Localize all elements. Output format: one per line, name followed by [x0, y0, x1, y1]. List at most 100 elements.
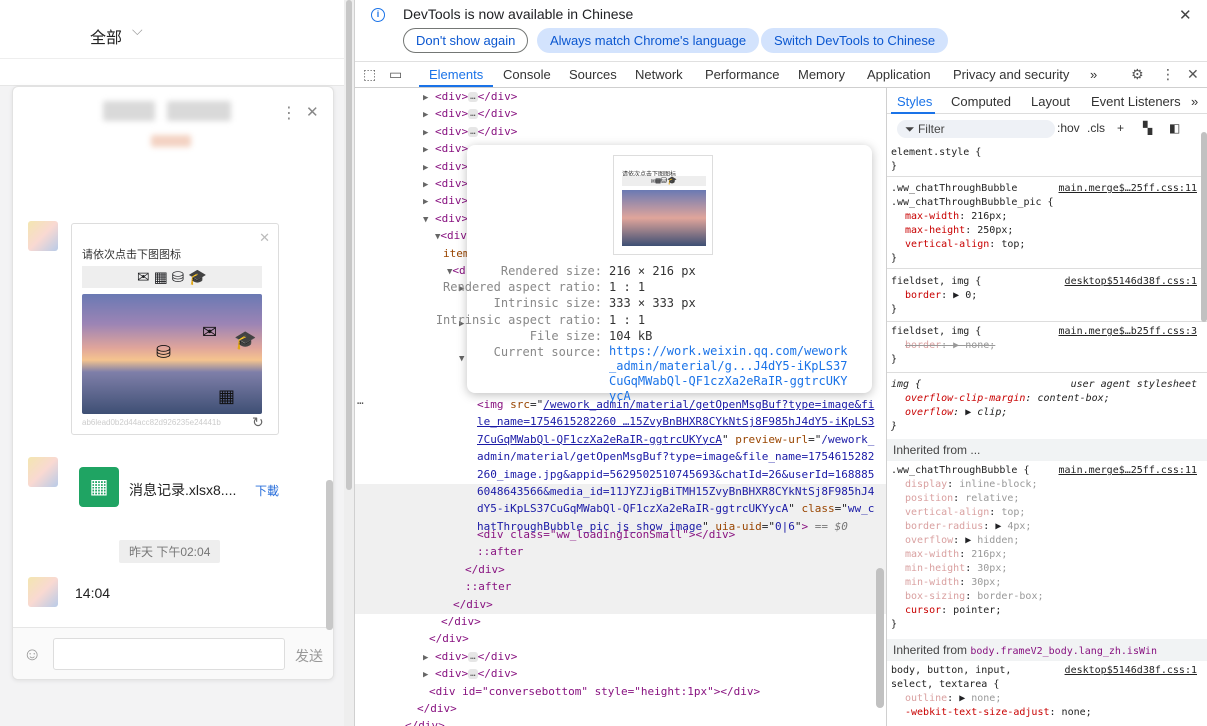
- css-rule[interactable]: body, button, input, select, textarea { …: [891, 664, 1197, 720]
- tree-node[interactable]: ▶ <div>… </div>: [423, 648, 517, 665]
- tab-console[interactable]: Console: [503, 67, 551, 82]
- tab-sources[interactable]: Sources: [569, 67, 617, 82]
- tree-node[interactable]: ▶ <div>: [423, 140, 468, 157]
- new-rule-icon[interactable]: +: [1117, 121, 1124, 135]
- tree-node[interactable]: ▼<div: [435, 227, 467, 244]
- css-declaration[interactable]: box-sizing: border-box;: [891, 590, 1197, 604]
- download-link[interactable]: 下載: [255, 482, 279, 499]
- tab-privacy-security[interactable]: Privacy and security: [953, 67, 1069, 82]
- avatar[interactable]: [28, 577, 58, 607]
- css-source-link[interactable]: desktop$5146d38f.css:1: [1065, 275, 1197, 289]
- avatar[interactable]: [28, 457, 58, 487]
- more-tabs-icon[interactable]: »: [1191, 94, 1198, 109]
- css-rule[interactable]: element.style { }: [891, 146, 1197, 174]
- tree-node[interactable]: ▼ <div>: [423, 210, 468, 227]
- always-match-language-button[interactable]: Always match Chrome's language: [537, 28, 760, 53]
- file-message[interactable]: ▦ 消息记录.xlsx8.... 下載: [79, 467, 289, 507]
- tree-node[interactable]: <div id="conversebottom" style="height:1…: [429, 683, 760, 700]
- tree-node[interactable]: </div>: [429, 630, 469, 647]
- tree-node[interactable]: item: [443, 245, 470, 262]
- chat-scrollbar[interactable]: [326, 480, 333, 630]
- close-icon[interactable]: ✕: [1187, 66, 1199, 83]
- pseudo-element[interactable]: ::after: [465, 578, 511, 595]
- tab-layout[interactable]: Layout: [1031, 94, 1070, 109]
- tree-node[interactable]: ▼<d: [447, 262, 466, 279]
- message-input[interactable]: [53, 638, 285, 670]
- tree-node[interactable]: ▶ <div>… </div>: [423, 88, 517, 105]
- calendar-icon[interactable]: ▦: [218, 386, 235, 407]
- tree-node[interactable]: <div class="ww_loadingIconSmall"></div>: [477, 526, 735, 543]
- node-actions-icon[interactable]: …: [357, 392, 364, 409]
- database-icon[interactable]: ⛁: [156, 342, 171, 363]
- tree-node[interactable]: </div>: [405, 717, 445, 726]
- captcha-photo[interactable]: ✉ 🎓 ⛁ ▦: [82, 294, 262, 414]
- css-declaration[interactable]: vertical-align: top;: [891, 238, 1197, 252]
- tab-styles[interactable]: Styles: [897, 94, 932, 109]
- inherited-element-link[interactable]: body.frameV2_body.lang_zh.isWin: [970, 646, 1157, 657]
- more-options-icon[interactable]: ⋮: [1161, 66, 1175, 83]
- pseudo-element[interactable]: ::after: [477, 543, 523, 560]
- css-declaration[interactable]: -webkit-text-size-adjust: none;: [891, 706, 1197, 720]
- tree-node[interactable]: </div>: [417, 700, 457, 717]
- css-declaration[interactable]: max-width: 216px;: [891, 210, 1197, 224]
- css-declaration[interactable]: overflow: ▶ hidden;: [891, 534, 1197, 548]
- tree-node[interactable]: ▶ <div>… </div>: [423, 123, 517, 140]
- switch-to-chinese-button[interactable]: Switch DevTools to Chinese: [761, 28, 949, 53]
- css-source-link[interactable]: main.merge$…25ff.css:11: [1059, 464, 1197, 478]
- tab-event-listeners[interactable]: Event Listeners: [1091, 94, 1181, 109]
- css-declaration[interactable]: position: relative;: [891, 492, 1197, 506]
- gear-icon[interactable]: ⚙: [1131, 66, 1144, 83]
- scrollbar-thumb[interactable]: [346, 0, 352, 490]
- css-rule[interactable]: img { user agent stylesheet overflow-cli…: [891, 378, 1197, 434]
- selected-img-node[interactable]: <img src="/wework_admin/material/getOpen…: [477, 396, 877, 535]
- css-declaration[interactable]: min-height: 30px;: [891, 562, 1197, 576]
- captcha-image-message[interactable]: ✕ 请依次点击下图图标 ✉ ▦ ⛁ 🎓 ✉ 🎓 ⛁ ▦ ab6lead0b2d4…: [71, 223, 279, 435]
- tab-network[interactable]: Network: [635, 67, 683, 82]
- css-declaration[interactable]: border: ▶ 0;: [891, 289, 1197, 303]
- current-source-link[interactable]: https://work.weixin.qq.com/wework_admin/…: [609, 344, 854, 404]
- css-rule[interactable]: .ww_chatThroughBubble { main.merge$…25ff…: [891, 464, 1197, 632]
- tree-node[interactable]: </div>: [465, 561, 505, 578]
- page-scrollbar[interactable]: [344, 0, 354, 726]
- styles-filter-input[interactable]: ⏷ Filter: [897, 120, 1055, 138]
- emoji-icon[interactable]: ☺: [23, 644, 41, 665]
- css-declaration[interactable]: outline: ▶ none;: [891, 692, 1197, 706]
- tree-node[interactable]: ▶ <div>… </div>: [423, 665, 517, 682]
- tree-node[interactable]: ▼: [459, 349, 464, 366]
- css-source-link[interactable]: main.merge$…25ff.css:11: [1059, 182, 1197, 196]
- css-declaration-overridden[interactable]: border: ▶ none;: [891, 339, 1197, 353]
- tree-node[interactable]: </div>: [453, 596, 493, 613]
- close-icon[interactable]: ✕: [306, 103, 319, 121]
- class-toggle[interactable]: .cls: [1087, 121, 1105, 135]
- tree-node[interactable]: ▶ <div>… </div>: [423, 105, 517, 122]
- css-source-link[interactable]: main.merge$…b25ff.css:3: [1059, 325, 1197, 339]
- device-toolbar-icon[interactable]: ▭: [389, 66, 402, 83]
- img-src-link[interactable]: /wework_admin/material/getOpenMsgBuf?typ…: [477, 398, 874, 446]
- css-declaration[interactable]: min-width: 30px;: [891, 576, 1197, 590]
- close-icon[interactable]: ✕: [259, 230, 270, 246]
- css-rule[interactable]: .ww_chatThroughBubble .ww_chatThroughBub…: [891, 182, 1197, 266]
- css-rule[interactable]: fieldset, img { desktop$5146d38f.css:1 b…: [891, 275, 1197, 317]
- tab-application[interactable]: Application: [867, 67, 931, 82]
- css-declaration[interactable]: border-radius: ▶ 4px;: [891, 520, 1197, 534]
- more-options-icon[interactable]: ⋮: [281, 103, 297, 123]
- css-source-link[interactable]: desktop$5146d38f.css:1: [1065, 664, 1197, 678]
- filter-dropdown-label[interactable]: 全部: [90, 24, 122, 48]
- css-declaration[interactable]: max-height: 250px;: [891, 224, 1197, 238]
- css-declaration[interactable]: cursor: pointer;: [891, 604, 1197, 618]
- graduation-cap-icon[interactable]: 🎓: [234, 330, 256, 351]
- tab-elements[interactable]: Elements: [429, 67, 483, 82]
- more-tabs-icon[interactable]: »: [1090, 67, 1097, 82]
- elements-scrollbar[interactable]: [876, 568, 884, 708]
- inspect-element-icon[interactable]: ⬚: [363, 66, 376, 83]
- hover-state-toggle[interactable]: :hov: [1057, 121, 1080, 135]
- css-rule[interactable]: fieldset, img { main.merge$…b25ff.css:3 …: [891, 325, 1197, 367]
- sidebar-toggle-icon[interactable]: ◧: [1169, 121, 1180, 135]
- css-declaration[interactable]: vertical-align: top;: [891, 506, 1197, 520]
- tab-computed[interactable]: Computed: [951, 94, 1011, 109]
- send-button[interactable]: 发送: [295, 646, 323, 666]
- paint-brush-icon[interactable]: ▚: [1143, 121, 1152, 135]
- css-declaration[interactable]: display: inline-block;: [891, 478, 1197, 492]
- chevron-down-icon[interactable]: ⌵: [132, 22, 143, 39]
- dont-show-again-button[interactable]: Don't show again: [403, 28, 529, 53]
